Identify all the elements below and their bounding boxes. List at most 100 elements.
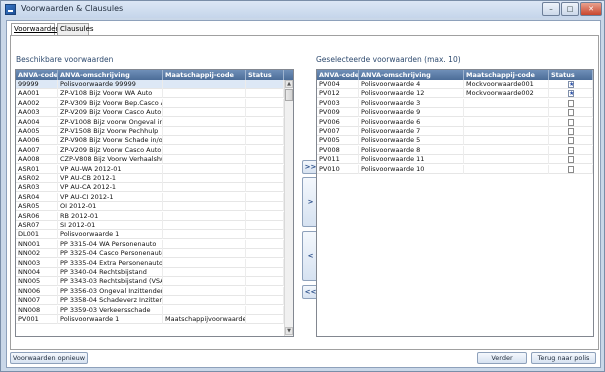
- table-row[interactable]: PV012 Polisvoorwaarde 12 Mockvoorwaarde002: [317, 89, 593, 99]
- column-header-status[interactable]: Status: [549, 70, 593, 80]
- column-header-anva-code[interactable]: ANVA-code: [317, 70, 359, 80]
- column-header-anva-omschrijving[interactable]: ANVA-omschrijving: [359, 70, 464, 80]
- cell-anva-code: 99999: [16, 80, 58, 89]
- table-row[interactable]: NN006 PP 3356-03 Ongeval Inzittenden: [16, 286, 284, 296]
- cell-status: [246, 221, 284, 230]
- cell-maatschappij-code: [163, 296, 246, 306]
- table-row[interactable]: NN007PP 3358-04 Schadeverz Inzittenden: [16, 296, 284, 306]
- close-button[interactable]: ✕: [580, 2, 602, 16]
- table-row[interactable]: PV010 Polisvoorwaarde 10: [317, 164, 593, 174]
- tab-clausules[interactable]: Clausules: [57, 23, 94, 35]
- table-row[interactable]: NN008 PP 3359-03 Verkeersschade: [16, 305, 284, 315]
- cell-status: [549, 89, 593, 99]
- cell-status: [246, 80, 284, 89]
- cell-anva-code: NN003: [16, 258, 58, 268]
- cell-status: [246, 145, 284, 155]
- table-row[interactable]: DL001 Polisvoorwaarde 1: [16, 230, 284, 240]
- cell-anva-code: PV008: [317, 145, 359, 155]
- cell-maatschappij-code: [163, 145, 246, 155]
- cell-maatschappij-code: [464, 145, 549, 155]
- cell-anva-code: NN006: [16, 286, 58, 296]
- table-row[interactable]: AA005 ZP-V1508 Bijz Voorw Pechhulp: [16, 127, 284, 136]
- maximize-button[interactable]: □: [561, 2, 579, 16]
- table-row[interactable]: AA004ZP-V1008 Bijz voorw Ongeval in/opz: [16, 117, 284, 127]
- title-bar[interactable]: Voorwaarden & Clausules – □ ✕: [1, 1, 604, 18]
- cell-maatschappij-code: [163, 117, 246, 127]
- cell-anva-omschrijving: Polisvoorwaarde 8: [359, 145, 464, 155]
- table-row[interactable]: ASR01 VP AU-WA 2012-01: [16, 164, 284, 174]
- table-row[interactable]: AA007 ZP-V209 Bijz Voorw Casco Auto: [16, 145, 284, 155]
- cell-anva-omschrijving: PP 3315-04 WA Personenauto: [58, 239, 163, 249]
- cell-status: [549, 80, 593, 89]
- table-row[interactable]: PV007 Polisvoorwaarde 7: [317, 127, 593, 136]
- table-row[interactable]: PV006 Polisvoorwaarde 6: [317, 117, 593, 127]
- table-row[interactable]: NN001 PP 3315-04 WA Personenauto: [16, 239, 284, 249]
- column-header-maatschappij-code[interactable]: Maatschappij-code: [464, 70, 549, 80]
- cell-anva-code: ASR07: [16, 221, 58, 230]
- minimize-button[interactable]: –: [542, 2, 560, 16]
- table-row[interactable]: 99999 Polisvoorwaarde 99999: [16, 80, 284, 89]
- vertical-scrollbar[interactable]: ▲ ▼: [284, 80, 293, 336]
- table-row[interactable]: AA003 ZP-V209 Bijz Voorw Casco Auto: [16, 108, 284, 118]
- table-row[interactable]: PV001 Polisvoorwaarde 1 Maatschappijvoorwa…: [16, 315, 284, 324]
- cell-anva-code: NN007: [16, 296, 58, 306]
- table-row[interactable]: NN002 PP 3325-04 Casco Personenauto: [16, 249, 284, 259]
- cell-status: [246, 192, 284, 202]
- table-row[interactable]: PV003 Polisvoorwaarde 3: [317, 98, 593, 108]
- cell-maatschappij-code: [464, 164, 549, 174]
- table-row[interactable]: AA006ZP-V908 Bijz Voorw Schade in/opzit: [16, 136, 284, 146]
- scroll-up-button[interactable]: ▲: [285, 80, 293, 88]
- table-row[interactable]: NN003 PP 3335-04 Extra Personenauto: [16, 258, 284, 268]
- cell-anva-omschrijving: Polisvoorwaarde 7: [359, 127, 464, 136]
- table-row[interactable]: NN004 PP 3340-04 Rechtsbijstand: [16, 268, 284, 277]
- scroll-thumb[interactable]: [285, 89, 293, 101]
- cell-anva-omschrijving: Polisvoorwaarde 99999: [58, 80, 163, 89]
- cell-maatschappij-code: [464, 127, 549, 136]
- cell-anva-code: NN005: [16, 277, 58, 287]
- scroll-down-button[interactable]: ▼: [285, 327, 293, 335]
- doc-icon: [568, 118, 574, 126]
- column-header-status[interactable]: Status: [246, 70, 284, 80]
- table-row[interactable]: PV004 Polisvoorwaarde 4 Mockvoorwaarde001: [317, 80, 593, 89]
- back-to-policy-button[interactable]: Terug naar polis: [531, 352, 596, 364]
- cell-anva-code: PV007: [317, 127, 359, 136]
- table-row[interactable]: PV005 Polisvoorwaarde 5: [317, 136, 593, 146]
- cell-anva-omschrijving: ZP-V108 Bijz Voorw WA Auto: [58, 89, 163, 99]
- table-row[interactable]: ASR07 SI 2012-01: [16, 221, 284, 230]
- available-conditions-grid[interactable]: ANVA-code ANVA-omschrijving Maatschappij…: [15, 69, 294, 337]
- table-row[interactable]: ASR03 VP AU-CA 2012-1: [16, 183, 284, 193]
- table-row[interactable]: ASR06 RB 2012-01: [16, 211, 284, 221]
- table-row[interactable]: ASR02 VP AU-CB 2012-1: [16, 174, 284, 183]
- table-row[interactable]: NN005 PP 3343-03 Rechtsbijstand (VSA): [16, 277, 284, 287]
- cell-status: [246, 315, 284, 324]
- reset-conditions-button[interactable]: Voorwaarden opnieuw: [10, 352, 88, 364]
- table-row[interactable]: AA001 ZP-V108 Bijz Voorw WA Auto: [16, 89, 284, 99]
- cell-anva-omschrijving: VP AU-CI 2012-1: [58, 192, 163, 202]
- cell-anva-code: PV004: [317, 80, 359, 89]
- column-header-maatschappij-code[interactable]: Maatschappij-code: [163, 70, 246, 80]
- cell-status: [549, 108, 593, 118]
- table-row[interactable]: ASR04 VP AU-CI 2012-1: [16, 192, 284, 202]
- cell-anva-omschrijving: PP 3325-04 Casco Personenauto: [60, 249, 163, 259]
- cell-status: [549, 155, 593, 165]
- cell-status: [246, 89, 284, 99]
- table-row[interactable]: AA008 CZP-V808 Bijz Voorw Verhaalshulp: [16, 155, 284, 165]
- column-header-anva-code[interactable]: ANVA-code: [16, 70, 58, 80]
- table-row[interactable]: AA002ZP-V309 Bijz Voorw Bep.Casco Auto: [16, 98, 284, 108]
- table-row[interactable]: ASR05 OI 2012-01: [16, 202, 284, 212]
- cell-status: [246, 174, 284, 183]
- column-header-anva-omschrijving[interactable]: ANVA-omschrijving: [58, 70, 163, 80]
- table-row[interactable]: PV011 Polisvoorwaarde 11: [317, 155, 593, 165]
- doc-icon: [568, 109, 574, 117]
- doc-icon: [568, 128, 574, 135]
- table-row[interactable]: PV008 Polisvoorwaarde 8: [317, 145, 593, 155]
- left-panel-title: Beschikbare voorwaarden: [16, 55, 114, 64]
- tab-panel-voorwaarden: Beschikbare voorwaarden Geselecteerde vo…: [10, 35, 599, 350]
- cell-maatschappij-code: [163, 239, 246, 249]
- cell-anva-code: ASR01: [16, 164, 58, 174]
- next-button[interactable]: Verder: [477, 352, 527, 364]
- selected-conditions-grid[interactable]: ANVA-code ANVA-omschrijving Maatschappij…: [316, 69, 594, 337]
- cell-anva-code: NN001: [16, 239, 58, 249]
- table-row[interactable]: PV009 Polisvoorwaarde 9: [317, 108, 593, 118]
- cell-anva-omschrijving: RB 2012-01: [58, 211, 163, 221]
